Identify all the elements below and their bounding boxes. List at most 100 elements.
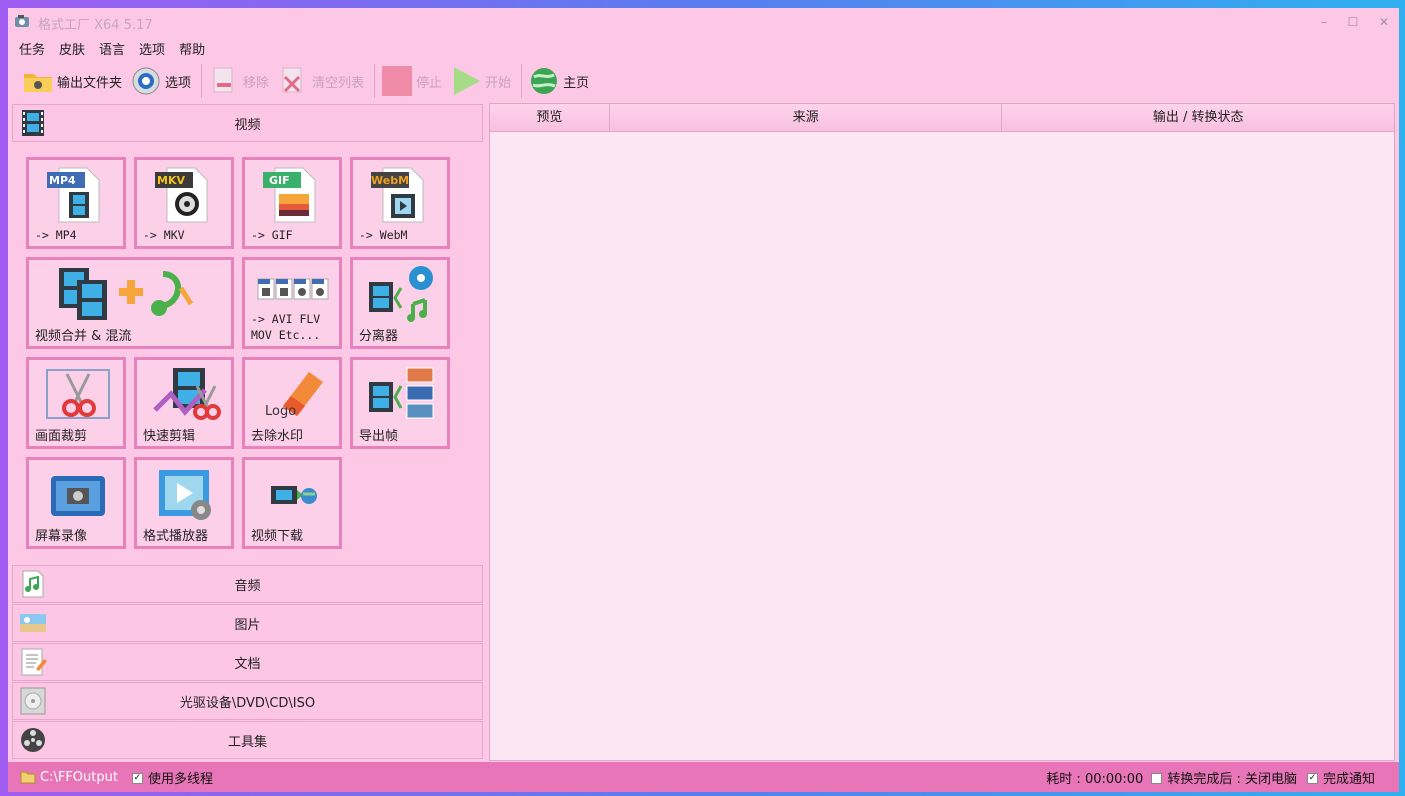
- column-preview[interactable]: 预览: [490, 104, 610, 132]
- status-bar: C:\FFOutput ✓ 使用多线程 耗时 : 00:00:00 转换完成后 …: [8, 762, 1399, 792]
- export-frames-icon: [369, 367, 434, 419]
- tile-to-other-formats[interactable]: -> AVI FLV MOV Etc...: [242, 257, 342, 349]
- menu-options[interactable]: 选项: [139, 39, 165, 58]
- gear-icon: [132, 67, 160, 95]
- output-path[interactable]: C:\FFOutput: [40, 770, 118, 785]
- section-video[interactable]: 视频: [12, 104, 483, 142]
- tile-to-mp4[interactable]: MP4 -> MP4: [26, 157, 126, 249]
- section-disc[interactable]: 光驱设备\DVD\CD\ISO: [12, 682, 483, 720]
- crop-scissors-icon: [46, 369, 110, 419]
- section-audio-label: 音频: [234, 578, 261, 594]
- tile-other-formats-line2: MOV Etc...: [251, 328, 321, 342]
- start-button[interactable]: 开始: [450, 63, 511, 99]
- webm-badge: WebM: [371, 174, 410, 187]
- stop-label: 停止: [416, 75, 443, 91]
- notify-label: 完成通知: [1322, 771, 1375, 787]
- options-label: 选项: [165, 75, 192, 91]
- section-image[interactable]: 图片: [12, 604, 483, 642]
- tile-to-webm-label: -> WebM: [359, 228, 408, 242]
- column-source[interactable]: 来源: [610, 104, 1003, 132]
- section-image-label: 图片: [234, 617, 261, 633]
- shutdown-checkbox[interactable]: [1151, 772, 1163, 784]
- quick-cut-icon: [153, 368, 221, 420]
- tile-export-frames[interactable]: 导出帧: [350, 357, 450, 449]
- tile-to-gif-label: -> GIF: [251, 228, 293, 242]
- start-label: 开始: [485, 75, 512, 91]
- options-button[interactable]: 选项: [130, 63, 191, 99]
- video-tools-grid: MP4 -> MP4 MKV -> MKV GIF -> GIF WebM ->…: [12, 143, 483, 565]
- menu-language[interactable]: 语言: [99, 39, 125, 58]
- tile-video-download[interactable]: 视频下载: [242, 457, 342, 549]
- tile-to-gif[interactable]: GIF -> GIF: [242, 157, 342, 249]
- gif-badge: GIF: [269, 174, 290, 187]
- section-document-label: 文档: [234, 656, 261, 672]
- elapsed-time: 耗时 : 00:00:00: [1046, 771, 1144, 787]
- shutdown-label: 转换完成后 : 关闭电脑: [1167, 771, 1297, 787]
- section-tools[interactable]: 工具集: [12, 721, 483, 759]
- remove-button[interactable]: 移除: [208, 63, 269, 99]
- mp4-badge: MP4: [49, 174, 76, 187]
- section-document[interactable]: 文档: [12, 643, 483, 681]
- output-folder-label: 输出文件夹: [57, 75, 123, 91]
- menu-skin[interactable]: 皮肤: [59, 39, 85, 58]
- tile-remove-watermark-label: 去除水印: [251, 429, 304, 444]
- tile-splitter[interactable]: 分离器: [350, 257, 450, 349]
- notify-checkbox[interactable]: ✓: [1306, 772, 1318, 784]
- app-window: 格式工厂 X64 5.17 – ☐ ✕ 任务 皮肤 语言 选项 帮助 输出文件夹…: [8, 8, 1399, 792]
- task-list-header: 预览 来源 输出 / 转换状态: [490, 104, 1394, 132]
- toolbar-divider: [374, 64, 376, 98]
- tile-quick-cut[interactable]: 快速剪辑: [134, 357, 234, 449]
- folder-icon: [24, 74, 52, 92]
- section-audio[interactable]: 音频: [12, 565, 483, 603]
- maximize-button[interactable]: ☐: [1342, 12, 1364, 32]
- merge-video-audio-icon: [59, 268, 194, 320]
- tile-to-mkv[interactable]: MKV -> MKV: [134, 157, 234, 249]
- tile-quick-cut-label: 快速剪辑: [143, 429, 196, 444]
- minimize-button[interactable]: –: [1313, 12, 1335, 32]
- menu-help[interactable]: 帮助: [179, 39, 205, 58]
- tile-crop-label: 画面裁剪: [35, 429, 88, 444]
- tile-video-merge-label: 视频合并 & 混流: [35, 329, 132, 344]
- globe-icon: [531, 68, 558, 94]
- multi-format-icons: [257, 278, 329, 300]
- tile-screen-record-label: 屏幕录像: [35, 529, 88, 544]
- section-disc-label: 光驱设备\DVD\CD\ISO: [179, 695, 316, 711]
- multithread-checkbox[interactable]: ✓: [131, 772, 143, 784]
- stop-button[interactable]: 停止: [381, 63, 442, 99]
- clear-list-label: 清空列表: [312, 75, 365, 91]
- remove-label: 移除: [243, 75, 270, 91]
- tile-crop[interactable]: 画面裁剪: [26, 357, 126, 449]
- menu-task[interactable]: 任务: [19, 39, 45, 58]
- home-label: 主页: [563, 75, 590, 91]
- home-button[interactable]: 主页: [528, 63, 589, 99]
- toolbar-divider: [521, 64, 523, 98]
- tile-remove-watermark[interactable]: Logo 去除水印: [242, 357, 342, 449]
- tile-splitter-label: 分离器: [359, 329, 399, 344]
- clear-list-button[interactable]: 清空列表: [277, 63, 364, 99]
- tile-export-frames-label: 导出帧: [359, 429, 399, 444]
- task-list[interactable]: 预览 来源 输出 / 转换状态: [489, 103, 1395, 761]
- tile-to-webm[interactable]: WebM -> WebM: [350, 157, 450, 249]
- close-button[interactable]: ✕: [1373, 12, 1395, 32]
- tile-player-label: 格式播放器: [143, 529, 209, 544]
- category-panel: 视频 MP4 -> MP4 MKV -> MKV GIF -> GIF WebM…: [12, 104, 483, 762]
- window-title: 格式工厂 X64 5.17: [38, 18, 153, 33]
- video-download-icon: [271, 486, 317, 504]
- tile-screen-record[interactable]: 屏幕录像: [26, 457, 126, 549]
- tile-video-merge[interactable]: 视频合并 & 混流: [26, 257, 234, 349]
- mkv-badge: MKV: [157, 174, 185, 187]
- play-icon: [454, 67, 481, 95]
- folder-icon: [20, 771, 36, 784]
- multithread-label: 使用多线程: [147, 771, 213, 787]
- tile-other-formats-line1: -> AVI FLV: [251, 312, 321, 326]
- menu-bar: 任务 皮肤 语言 选项 帮助: [8, 37, 219, 59]
- output-folder-button[interactable]: 输出文件夹: [22, 63, 122, 99]
- clear-list-icon: [282, 67, 302, 93]
- title-bar[interactable]: 格式工厂 X64 5.17 – ☐ ✕: [8, 8, 1399, 36]
- toolbar-divider: [201, 64, 203, 98]
- logo-text: Logo: [265, 404, 297, 419]
- column-output-status[interactable]: 输出 / 转换状态: [1002, 104, 1394, 132]
- tile-player[interactable]: 格式播放器: [134, 457, 234, 549]
- section-video-label: 视频: [234, 117, 261, 133]
- tile-to-mp4-label: -> MP4: [35, 228, 77, 242]
